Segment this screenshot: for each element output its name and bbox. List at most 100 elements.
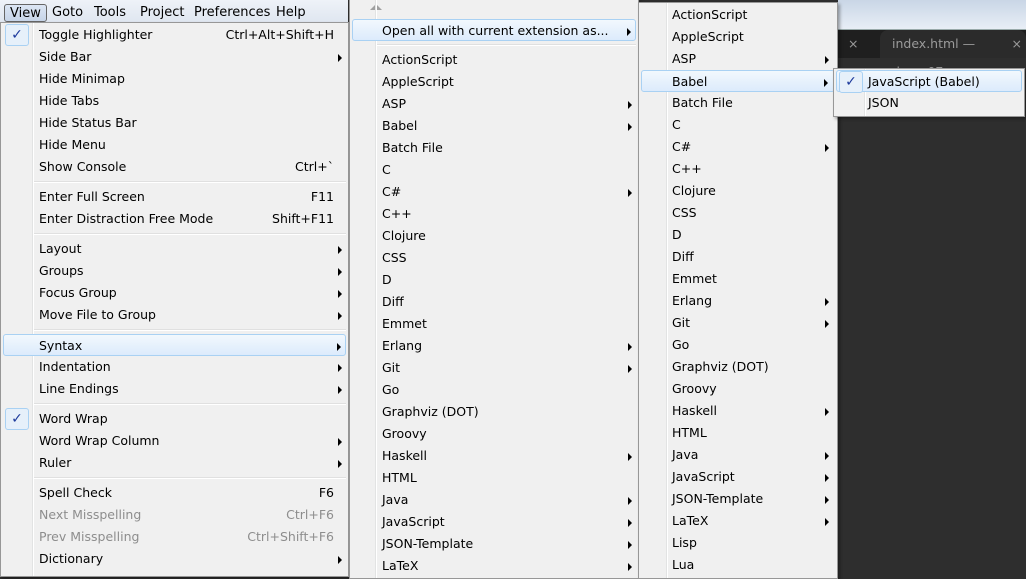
- menu-item-haskell[interactable]: Haskell: [641, 400, 835, 422]
- menu-item-label: HTML: [672, 425, 707, 440]
- menubar-preferences[interactable]: Preferences: [188, 4, 276, 22]
- menu-item-layout[interactable]: Layout: [3, 238, 346, 260]
- menu-item-groovy[interactable]: Groovy: [641, 378, 835, 400]
- menu-item-label: Enter Distraction Free Mode: [39, 211, 214, 226]
- tab-close-icon[interactable]: ×: [1012, 30, 1022, 58]
- menu-item-enter-full-screen[interactable]: Enter Full Screen F11: [3, 186, 346, 208]
- chevron-right-icon: [825, 298, 829, 306]
- menu-item-hide-tabs[interactable]: Hide Tabs: [3, 90, 346, 112]
- menu-item-groups[interactable]: Groups: [3, 260, 346, 282]
- menu-item-diff[interactable]: Diff: [641, 246, 835, 268]
- menu-item-open-all-with-current-extension-as[interactable]: Open all with current extension as...: [352, 19, 636, 41]
- menu-item-line-endings[interactable]: Line Endings: [3, 378, 346, 400]
- menu-item-applescript[interactable]: AppleScript: [641, 26, 835, 48]
- menu-item-show-console[interactable]: Show Console Ctrl+`: [3, 156, 346, 178]
- menu-item-emmet[interactable]: Emmet: [641, 268, 835, 290]
- menu-item-html[interactable]: HTML: [352, 467, 636, 489]
- tab-index-html[interactable]: index.html — demo07 ×: [880, 30, 1026, 79]
- shortcut-label: Ctrl+F6: [286, 507, 334, 522]
- menu-item-babel[interactable]: Babel: [352, 115, 636, 137]
- menu-item-spell-check[interactable]: Spell Check F6: [3, 482, 346, 504]
- menu-item-batch-file[interactable]: Batch File: [352, 137, 636, 159]
- menu-item-java[interactable]: Java: [641, 444, 835, 466]
- menu-item-go[interactable]: Go: [641, 334, 835, 356]
- menu-item-toggle-highlighter[interactable]: ✓ Toggle Highlighter Ctrl+Alt+Shift+H: [3, 24, 346, 46]
- menu-item-graphviz-dot[interactable]: Graphviz (DOT): [352, 401, 636, 423]
- menubar-goto[interactable]: Goto: [46, 4, 89, 22]
- menu-item-graphviz-dot[interactable]: Graphviz (DOT): [641, 356, 835, 378]
- chevron-right-icon: [628, 453, 632, 461]
- chevron-right-icon: [628, 497, 632, 505]
- menu-item-ruler[interactable]: Ruler: [3, 452, 346, 474]
- menu-item-label: Graphviz (DOT): [672, 359, 769, 374]
- menu-item-css[interactable]: CSS: [352, 247, 636, 269]
- menu-item-label: Clojure: [382, 228, 426, 243]
- menu-item-clojure[interactable]: Clojure: [641, 180, 835, 202]
- menu-item-c[interactable]: C: [352, 159, 636, 181]
- menu-item-lua[interactable]: Lua: [641, 554, 835, 576]
- menubar-project[interactable]: Project: [134, 4, 190, 22]
- menu-item-go[interactable]: Go: [352, 379, 636, 401]
- menu-item-word-wrap[interactable]: ✓ Word Wrap: [3, 408, 346, 430]
- menu-item-dictionary[interactable]: Dictionary: [3, 548, 346, 570]
- menu-item-latex[interactable]: LaTeX: [352, 555, 636, 577]
- menu-item-html[interactable]: HTML: [641, 422, 835, 444]
- menu-item-d[interactable]: D: [352, 269, 636, 291]
- menu-item-indentation[interactable]: Indentation: [3, 356, 346, 378]
- menu-item-babel[interactable]: Babel: [641, 70, 835, 92]
- tab-close-icon[interactable]: ×: [848, 30, 858, 58]
- menu-item-git[interactable]: Git: [352, 357, 636, 379]
- menu-item-groovy[interactable]: Groovy: [352, 423, 636, 445]
- chevron-right-icon: [338, 460, 342, 468]
- menu-item-prev-misspelling: Prev Misspelling Ctrl+Shift+F6: [3, 526, 346, 548]
- menu-item-javascript[interactable]: JavaScript: [352, 511, 636, 533]
- menu-item-diff[interactable]: Diff: [352, 291, 636, 313]
- chevron-right-icon: [338, 54, 342, 62]
- menu-item-side-bar[interactable]: Side Bar: [3, 46, 346, 68]
- menu-item-git[interactable]: Git: [641, 312, 835, 334]
- menu-item-label: JSON: [868, 95, 899, 110]
- menu-item-hide-minimap[interactable]: Hide Minimap: [3, 68, 346, 90]
- menu-item-css[interactable]: CSS: [641, 202, 835, 224]
- menu-item-c[interactable]: C#: [352, 181, 636, 203]
- menu-item-applescript[interactable]: AppleScript: [352, 71, 636, 93]
- menu-item-json[interactable]: JSON: [836, 92, 1022, 114]
- menu-item-c[interactable]: C++: [352, 203, 636, 225]
- menu-item-actionscript[interactable]: ActionScript: [352, 49, 636, 71]
- menu-item-move-file-to-group[interactable]: Move File to Group: [3, 304, 346, 326]
- menu-item-clojure[interactable]: Clojure: [352, 225, 636, 247]
- menu-item-actionscript[interactable]: ActionScript: [641, 4, 835, 26]
- menu-item-asp[interactable]: ASP: [352, 93, 636, 115]
- menu-item-label: Groovy: [382, 426, 427, 441]
- checkmark-icon: ✓: [5, 408, 29, 430]
- menu-item-hide-menu[interactable]: Hide Menu: [3, 134, 346, 156]
- menu-item-batch-file[interactable]: Batch File: [641, 92, 835, 114]
- menu-item-c[interactable]: C#: [641, 136, 835, 158]
- menu-item-java[interactable]: Java: [352, 489, 636, 511]
- menu-item-lisp[interactable]: Lisp: [641, 532, 835, 554]
- menu-item-focus-group[interactable]: Focus Group: [3, 282, 346, 304]
- menu-item-erlang[interactable]: Erlang: [641, 290, 835, 312]
- menubar-tools[interactable]: Tools: [88, 4, 132, 22]
- menu-item-emmet[interactable]: Emmet: [352, 313, 636, 335]
- menu-item-javascript[interactable]: JavaScript: [641, 466, 835, 488]
- menu-item-erlang[interactable]: Erlang: [352, 335, 636, 357]
- menu-item-javascript-babel[interactable]: ✓ JavaScript (Babel): [836, 70, 1022, 93]
- menu-item-word-wrap-column[interactable]: Word Wrap Column: [3, 430, 346, 452]
- menubar-view[interactable]: View: [4, 4, 47, 22]
- menu-item-asp[interactable]: ASP: [641, 48, 835, 70]
- menu-item-label: Toggle Highlighter: [39, 27, 153, 42]
- menu-item-hide-status-bar[interactable]: Hide Status Bar: [3, 112, 346, 134]
- menu-item-c[interactable]: C: [641, 114, 835, 136]
- menu-item-d[interactable]: D: [641, 224, 835, 246]
- menu-item-json-template[interactable]: JSON-Template: [352, 533, 636, 555]
- menu-item-label: JavaScript (Babel): [868, 74, 980, 89]
- menu-item-c[interactable]: C++: [641, 158, 835, 180]
- menu-item-label: C++: [672, 161, 702, 176]
- menu-item-enter-distraction-free-mode[interactable]: Enter Distraction Free Mode Shift+F11: [3, 208, 346, 230]
- menu-item-syntax[interactable]: Syntax: [3, 334, 346, 356]
- menu-item-haskell[interactable]: Haskell: [352, 445, 636, 467]
- menu-item-json-template[interactable]: JSON-Template: [641, 488, 835, 510]
- menubar-help[interactable]: Help: [270, 4, 312, 22]
- menu-item-latex[interactable]: LaTeX: [641, 510, 835, 532]
